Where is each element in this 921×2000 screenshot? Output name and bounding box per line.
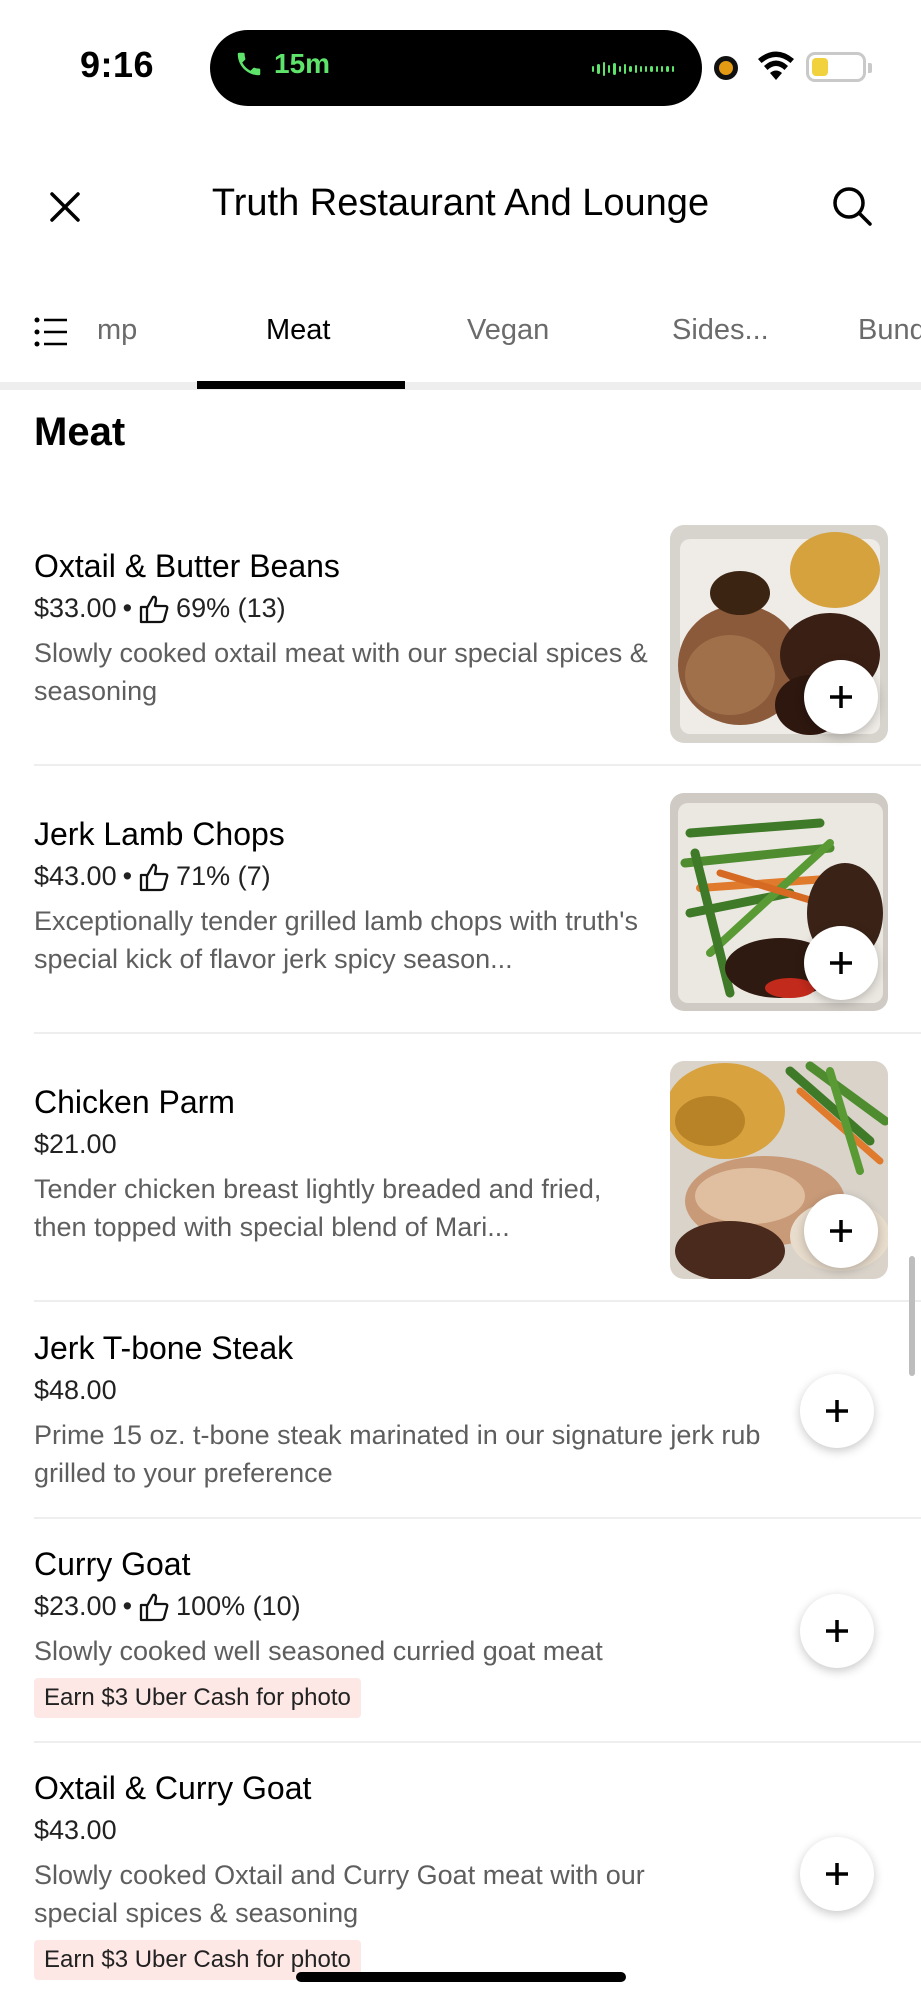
add-item-button[interactable] xyxy=(804,926,878,1000)
item-divider xyxy=(34,1032,921,1034)
status-time: 9:16 xyxy=(80,44,155,85)
item-price: $23.00 xyxy=(34,1591,117,1621)
item-meta: $23.00 • 100% (10) xyxy=(34,1591,921,1622)
plus-icon xyxy=(830,1220,852,1242)
separator: • xyxy=(122,593,133,623)
list-icon xyxy=(34,317,67,347)
item-divider xyxy=(34,1517,921,1519)
item-price: $33.00 xyxy=(34,593,117,623)
status-bar: 9:16 15m xyxy=(0,0,921,120)
thumbs-up-icon xyxy=(139,863,169,891)
item-description: Tender chicken breast lightly breaded an… xyxy=(34,1174,602,1242)
item-divider xyxy=(34,764,921,766)
item-description: Slowly cooked well seasoned curried goat… xyxy=(34,1636,603,1666)
tab-sides[interactable]: Sides... xyxy=(672,314,769,347)
dynamic-island[interactable]: 15m xyxy=(210,30,702,106)
item-description: Slowly cooked oxtail meat with our speci… xyxy=(34,638,648,706)
item-name: Jerk T-bone Steak xyxy=(34,1330,294,1366)
call-indicator: 15m xyxy=(234,48,330,80)
item-description: Prime 15 oz. t-bone steak marinated in o… xyxy=(34,1420,761,1488)
add-item-button[interactable] xyxy=(804,1194,878,1268)
tab-mp[interactable]: mp xyxy=(97,314,137,347)
category-menu-button[interactable] xyxy=(34,316,68,348)
store-header: Truth Restaurant And Lounge xyxy=(0,160,921,250)
item-meta: $43.00 xyxy=(34,1815,921,1846)
item-rating: 71% (7) xyxy=(176,861,271,891)
item-rating: 100% (10) xyxy=(176,1591,301,1621)
waveform-icon xyxy=(592,62,674,76)
tab-bundles[interactable]: Bund xyxy=(858,314,921,347)
add-item-button[interactable] xyxy=(800,1837,874,1911)
plus-icon xyxy=(830,686,852,708)
item-description: Slowly cooked Oxtail and Curry Goat meat… xyxy=(34,1860,645,1928)
add-item-button[interactable] xyxy=(804,660,878,734)
thumbs-up-icon xyxy=(139,595,169,623)
recording-dot-icon xyxy=(714,56,738,80)
search-button[interactable] xyxy=(826,180,878,232)
separator: • xyxy=(122,861,133,891)
home-indicator[interactable] xyxy=(296,1972,626,1982)
item-price: $43.00 xyxy=(34,861,117,891)
plus-icon xyxy=(826,1620,848,1642)
menu-item[interactable]: Jerk T-bone Steak $48.00 Prime 15 oz. t-… xyxy=(34,1330,921,1492)
tab-vegan[interactable]: Vegan xyxy=(467,314,549,347)
active-tab-indicator xyxy=(197,381,405,389)
search-icon xyxy=(833,187,872,226)
tab-meat[interactable]: Meat xyxy=(266,314,330,347)
section-title: Meat xyxy=(34,410,126,454)
add-item-button[interactable] xyxy=(800,1374,874,1448)
add-item-button[interactable] xyxy=(800,1594,874,1668)
category-tabs: mp Meat Vegan Sides... Bund xyxy=(0,290,921,390)
menu-item[interactable]: Oxtail & Curry Goat $43.00 Slowly cooked… xyxy=(34,1770,921,1980)
item-price: $43.00 xyxy=(34,1815,117,1845)
store-title: Truth Restaurant And Lounge xyxy=(211,182,710,224)
item-price: $21.00 xyxy=(34,1129,117,1159)
item-name: Oxtail & Curry Goat xyxy=(34,1770,312,1806)
thumbs-up-icon xyxy=(139,1593,169,1621)
item-name: Curry Goat xyxy=(34,1546,191,1582)
menu-item[interactable]: Curry Goat $23.00 • 100% (10) Slowly coo… xyxy=(34,1546,921,1718)
plus-icon xyxy=(826,1400,848,1422)
separator: • xyxy=(122,1591,133,1621)
item-divider xyxy=(34,1741,921,1743)
promo-badge: Earn $3 Uber Cash for photo xyxy=(34,1678,361,1718)
plus-icon xyxy=(826,1863,848,1885)
item-price: $48.00 xyxy=(34,1375,117,1405)
wifi-icon xyxy=(758,51,794,80)
battery-icon xyxy=(806,52,872,82)
item-rating: 69% (13) xyxy=(176,593,286,623)
call-duration: 15m xyxy=(274,48,331,79)
item-divider xyxy=(34,1300,921,1302)
phone-icon xyxy=(237,52,261,76)
item-description: Exceptionally tender grilled lamb chops … xyxy=(34,906,638,974)
scrollbar[interactable] xyxy=(909,1256,915,1376)
item-meta: $48.00 xyxy=(34,1375,921,1406)
plus-icon xyxy=(830,952,852,974)
